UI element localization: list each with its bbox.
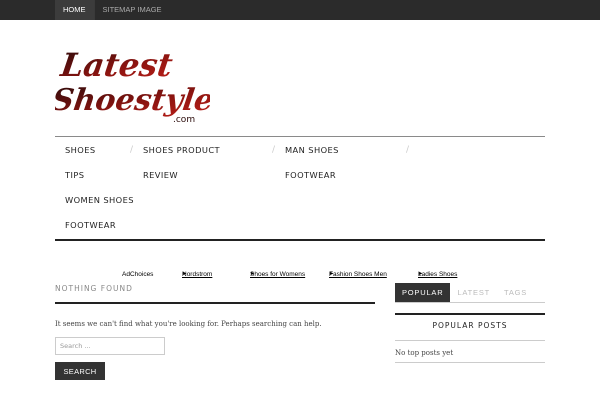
popular-posts-top-border bbox=[395, 313, 545, 315]
logo-text-com: .com bbox=[173, 115, 195, 125]
no-posts-message: No top posts yet bbox=[395, 349, 454, 357]
sidebar-tabs: POPULAR LATEST TAGS bbox=[395, 283, 545, 302]
logo-text-latest: Latest bbox=[58, 46, 176, 84]
nav-item-shoes[interactable]: SHOES bbox=[65, 145, 96, 155]
nav-separator: / bbox=[406, 145, 410, 155]
top-nav-sitemap-image[interactable]: SITEMAP IMAGE bbox=[93, 0, 170, 20]
search-input[interactable] bbox=[55, 337, 165, 355]
site-logo[interactable]: Latest Shoestyle .com bbox=[55, 38, 210, 128]
adchoices-label[interactable]: AdChoices bbox=[122, 271, 153, 278]
nav-item-women-shoes[interactable]: WOMEN SHOES bbox=[65, 195, 134, 205]
top-nav: HOME SITEMAP IMAGE bbox=[55, 0, 170, 20]
ad-links-bar: AdChoices ► Nordstrom ► Shoes for Womens… bbox=[122, 271, 542, 283]
nav-item-tips[interactable]: TIPS bbox=[65, 170, 84, 180]
tabs-divider bbox=[395, 302, 545, 303]
title-divider bbox=[55, 302, 375, 304]
nav-separator: / bbox=[130, 145, 134, 155]
nothing-found-title: NOTHING FOUND bbox=[55, 284, 133, 293]
nav-item-review[interactable]: REVIEW bbox=[143, 170, 178, 180]
main-nav: SHOES SHOES PRODUCT MAN SHOES TIPS REVIE… bbox=[55, 136, 545, 241]
top-nav-home[interactable]: HOME bbox=[55, 0, 94, 20]
ad-link-label: Ladies Shoes bbox=[418, 271, 458, 278]
tab-tags[interactable]: TAGS bbox=[497, 283, 534, 302]
popular-posts-bottom-border bbox=[395, 362, 545, 363]
logo-text-shoestyle: Shoestyle bbox=[55, 83, 210, 118]
popular-posts-divider bbox=[395, 340, 545, 341]
ad-link-label: Fashion Shoes Men bbox=[329, 271, 387, 278]
ad-link-label: Nordstrom bbox=[182, 271, 213, 278]
search-button[interactable]: SEARCH bbox=[55, 362, 105, 380]
nav-item-man-shoes[interactable]: MAN SHOES bbox=[285, 145, 339, 155]
tab-popular[interactable]: POPULAR bbox=[395, 283, 451, 302]
nav-item-footwear[interactable]: FOOTWEAR bbox=[285, 170, 336, 180]
popular-posts-title: POPULAR POSTS bbox=[432, 321, 508, 330]
nav-separator: / bbox=[272, 145, 276, 155]
tab-latest[interactable]: LATEST bbox=[450, 283, 497, 302]
nothing-found-message: It seems we can't find what you're looki… bbox=[55, 320, 322, 328]
ad-link-label: Shoes for Womens bbox=[250, 271, 306, 278]
nav-item-shoes-product[interactable]: SHOES PRODUCT bbox=[143, 145, 220, 155]
nav-item-footwear-2[interactable]: FOOTWEAR bbox=[65, 220, 116, 230]
top-bar: HOME SITEMAP IMAGE bbox=[0, 0, 600, 20]
